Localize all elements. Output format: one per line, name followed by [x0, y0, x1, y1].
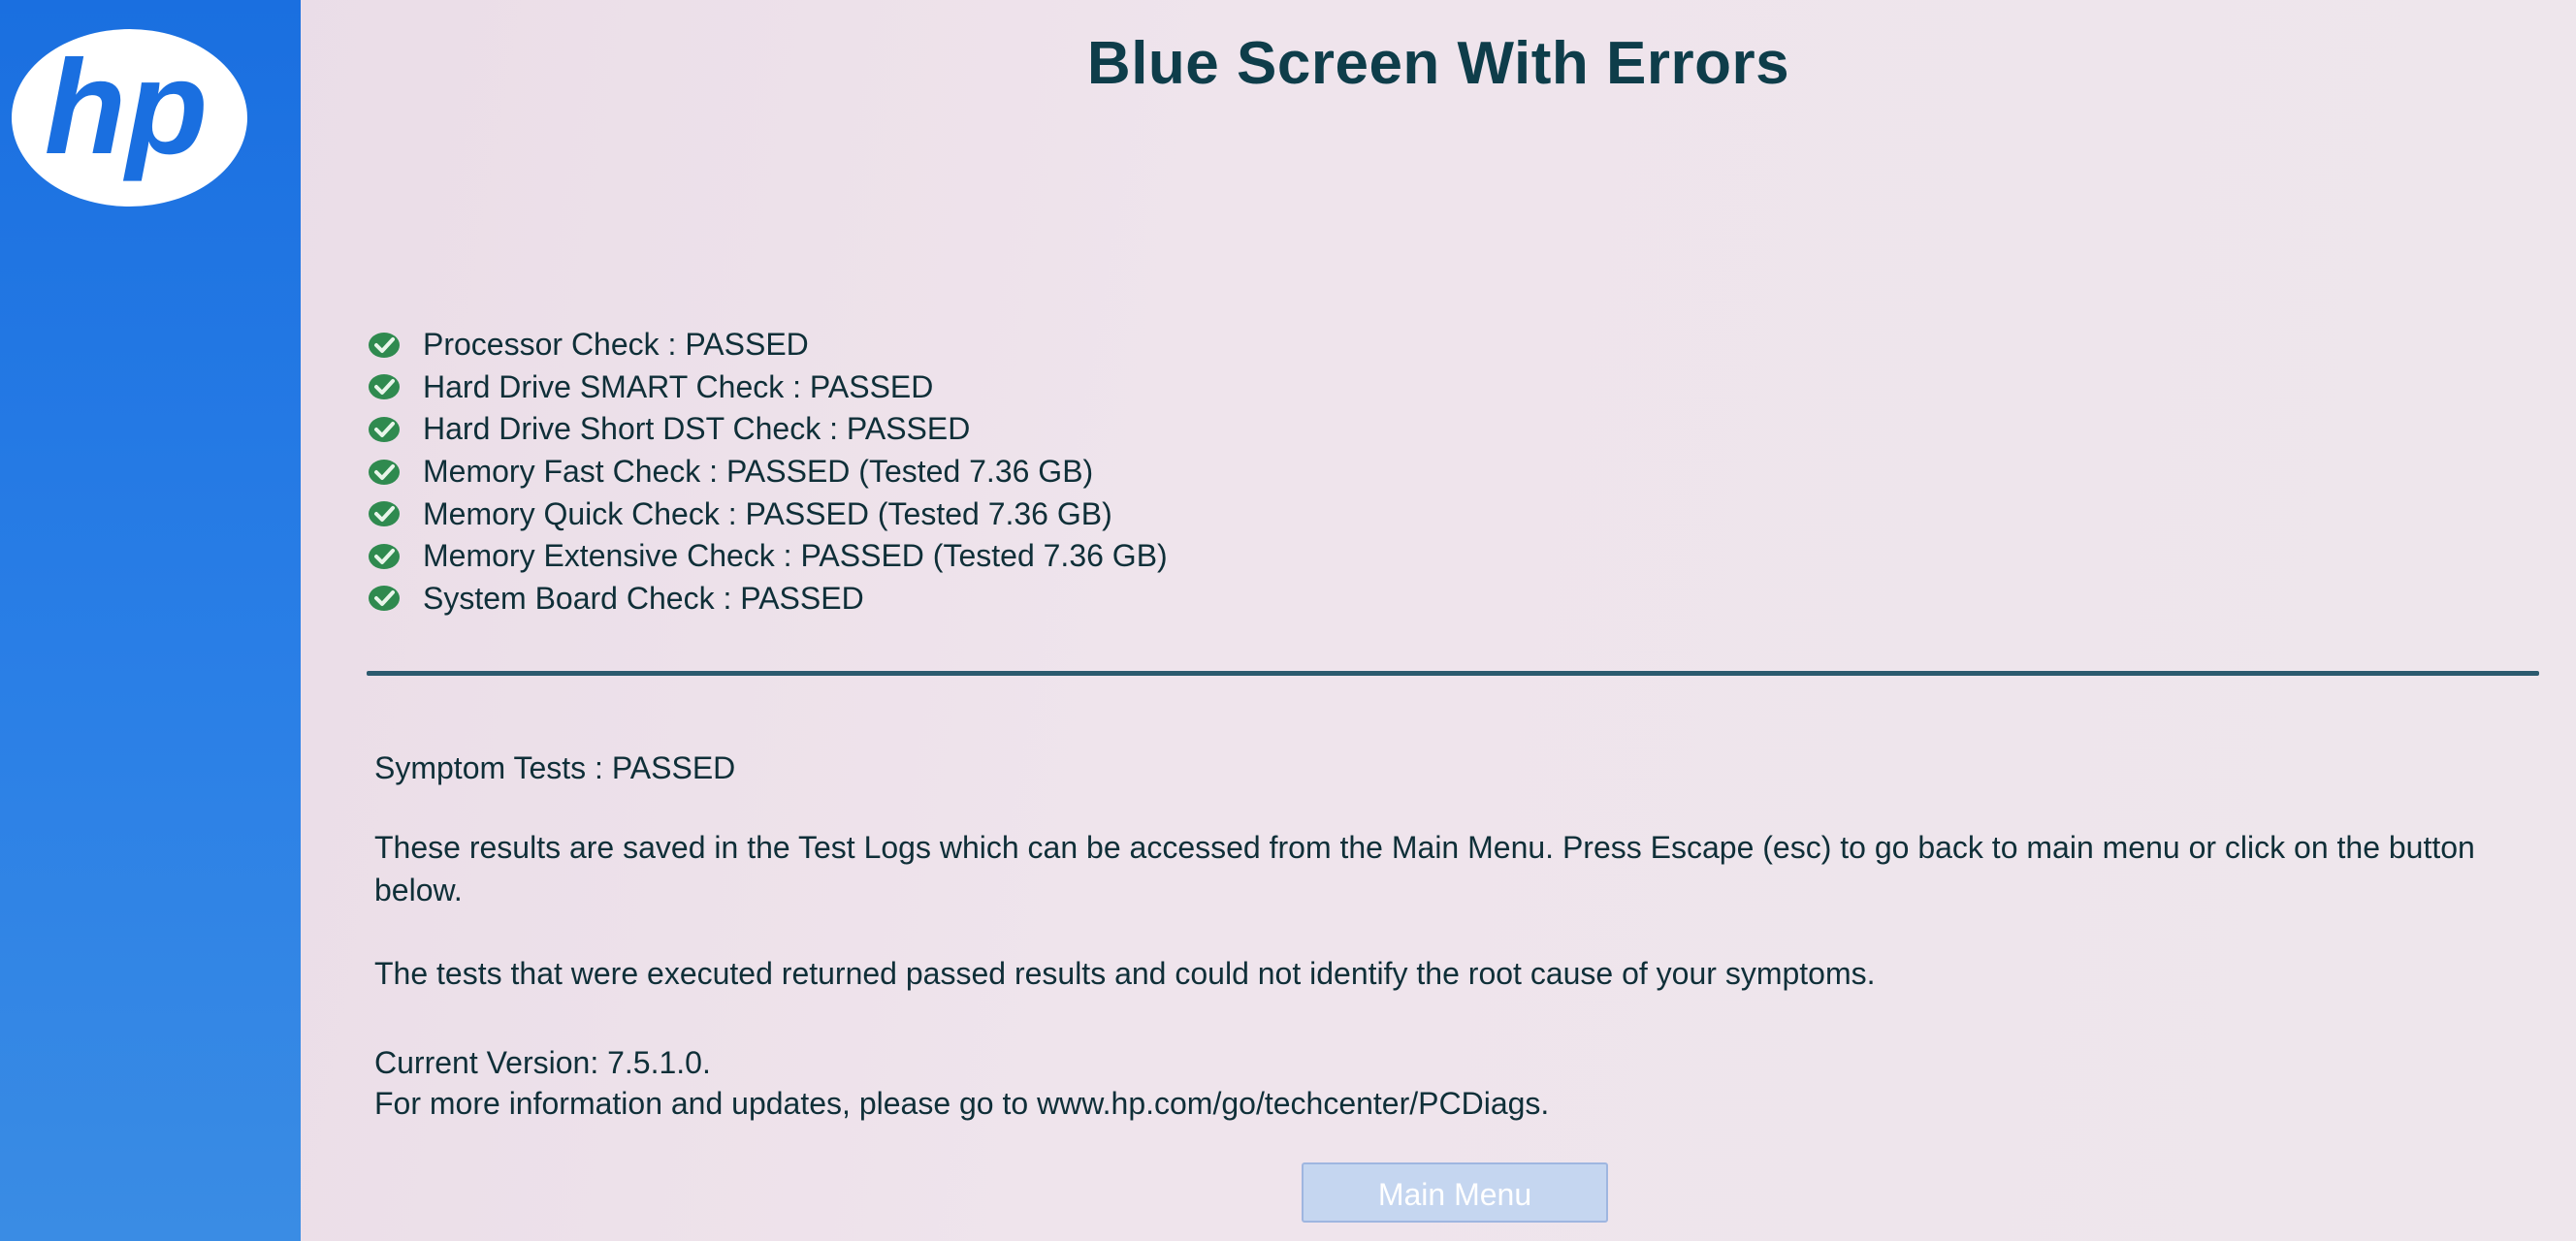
section-divider: [367, 671, 2539, 676]
current-version: Current Version: 7.5.1.0.: [374, 1045, 711, 1080]
check-label: Memory Fast Check : PASSED (Tested 7.36 …: [423, 454, 1094, 490]
check-label: Memory Quick Check : PASSED (Tested 7.36…: [423, 495, 1112, 531]
check-circle-icon: [369, 459, 400, 485]
check-circle-icon: [369, 543, 400, 569]
check-item-memory-quick: Memory Quick Check : PASSED (Tested 7.36…: [367, 493, 1168, 535]
check-label: Hard Drive Short DST Check : PASSED: [423, 411, 971, 447]
symptom-tests-status: Symptom Tests : PASSED: [374, 750, 736, 785]
hp-logo-icon: hp: [45, 33, 209, 182]
check-list: Processor Check : PASSED Hard Drive SMAR…: [367, 324, 1168, 620]
check-item-hard-drive-dst: Hard Drive Short DST Check : PASSED: [367, 408, 1168, 451]
main-menu-button[interactable]: Main Menu: [1302, 1162, 1608, 1223]
check-circle-icon: [369, 501, 400, 527]
check-label: Processor Check : PASSED: [423, 327, 809, 363]
check-circle-icon: [369, 374, 400, 400]
check-item-system-board: System Board Check : PASSED: [367, 578, 1168, 620]
check-label: Hard Drive SMART Check : PASSED: [423, 368, 934, 404]
more-info-text: For more information and updates, please…: [374, 1086, 1550, 1121]
check-item-memory-fast: Memory Fast Check : PASSED (Tested 7.36 …: [367, 451, 1168, 493]
check-circle-icon: [369, 332, 400, 358]
check-item-processor: Processor Check : PASSED: [367, 324, 1168, 366]
check-circle-icon: [369, 586, 400, 612]
hp-logo: hp: [12, 29, 247, 207]
check-item-hard-drive-smart: Hard Drive SMART Check : PASSED: [367, 366, 1168, 409]
saved-results-info: These results are saved in the Test Logs…: [374, 830, 2475, 907]
check-circle-icon: [369, 416, 400, 442]
hp-logo-text: hp: [45, 33, 209, 182]
check-label: Memory Extensive Check : PASSED (Tested …: [423, 538, 1168, 574]
sidebar: hp: [0, 0, 301, 1241]
page-title: Blue Screen With Errors: [1086, 30, 1790, 97]
check-label: System Board Check : PASSED: [423, 580, 864, 616]
root-cause-message: The tests that were executed returned pa…: [374, 956, 1876, 991]
diagnostics-screen: hp Blue Screen With Errors Processor Che…: [0, 0, 2576, 1241]
check-item-memory-extensive: Memory Extensive Check : PASSED (Tested …: [367, 535, 1168, 578]
